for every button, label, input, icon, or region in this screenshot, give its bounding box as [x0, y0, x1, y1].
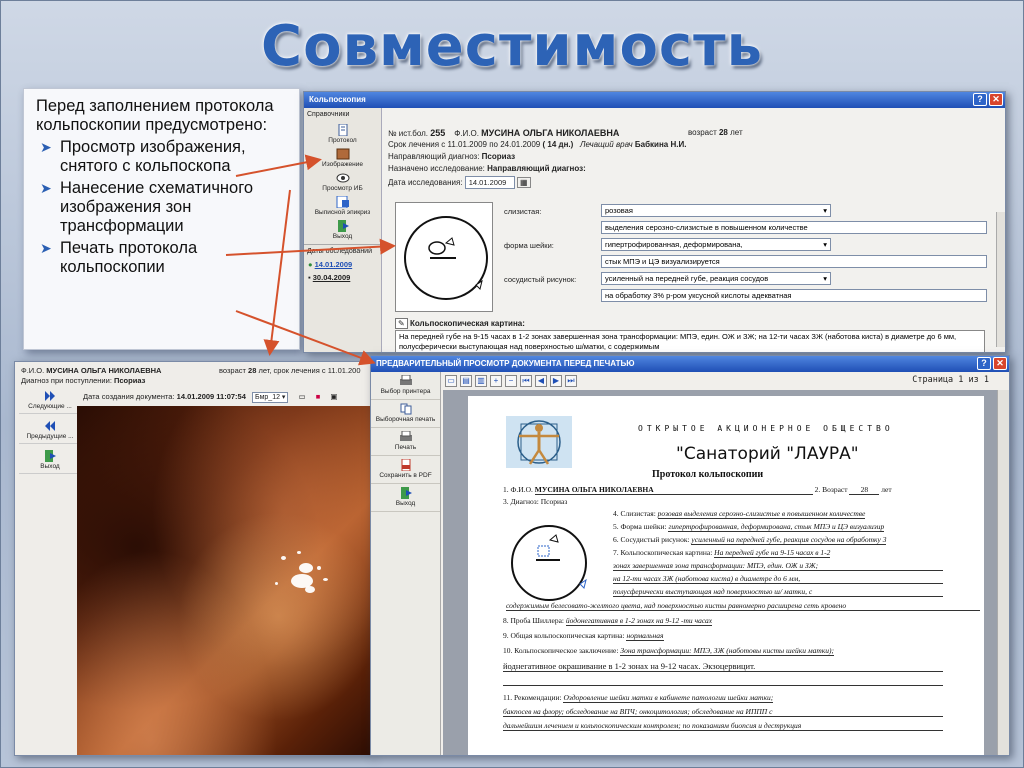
- arrow-to-print-preview: [235, 310, 376, 366]
- arrow-to-image-button: [235, 154, 322, 177]
- callout-arrows: [225, 154, 396, 366]
- arrow-to-scheme: [225, 238, 396, 256]
